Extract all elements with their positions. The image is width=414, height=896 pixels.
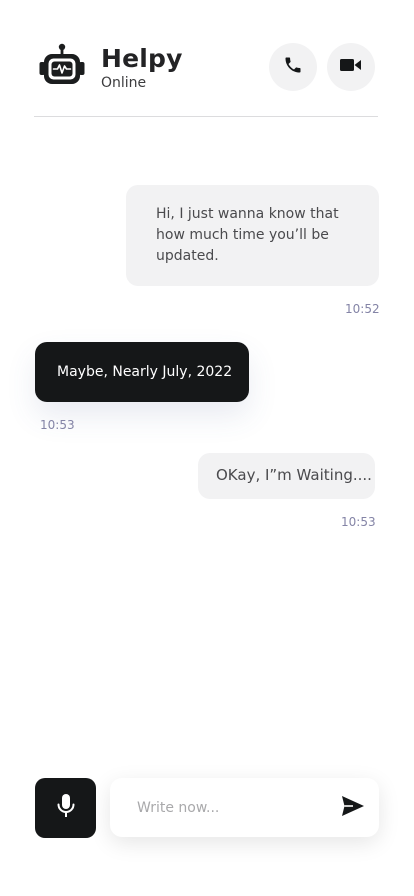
message-incoming: Maybe, Nearly July, 2022 bbox=[35, 342, 249, 402]
send-icon bbox=[341, 795, 365, 821]
send-button[interactable] bbox=[339, 794, 367, 822]
chat-header: Helpy Online bbox=[0, 0, 414, 117]
message-text: OKay, I”m Waiting.... bbox=[216, 466, 372, 484]
message-outgoing: Hi, I just wanna know that how much time… bbox=[126, 185, 379, 286]
header-divider bbox=[34, 116, 378, 117]
message-input[interactable] bbox=[137, 797, 327, 819]
video-call-button[interactable] bbox=[327, 43, 375, 91]
microphone-icon bbox=[56, 793, 76, 823]
status-text: Online bbox=[101, 75, 147, 91]
message-timestamp: 10:53 bbox=[40, 418, 75, 432]
message-text: Hi, I just wanna know that how much time… bbox=[156, 206, 339, 264]
message-outgoing: OKay, I”m Waiting.... bbox=[198, 453, 375, 499]
message-timestamp: 10:53 bbox=[341, 515, 376, 529]
message-composer bbox=[110, 778, 379, 837]
phone-icon bbox=[283, 55, 303, 79]
message-text: Maybe, Nearly July, 2022 bbox=[57, 364, 233, 380]
robot-icon bbox=[38, 42, 86, 88]
page-title: Helpy bbox=[101, 44, 183, 73]
message-timestamp: 10:52 bbox=[345, 302, 380, 316]
call-button[interactable] bbox=[269, 43, 317, 91]
microphone-button[interactable] bbox=[35, 778, 96, 838]
video-camera-icon bbox=[340, 57, 362, 77]
